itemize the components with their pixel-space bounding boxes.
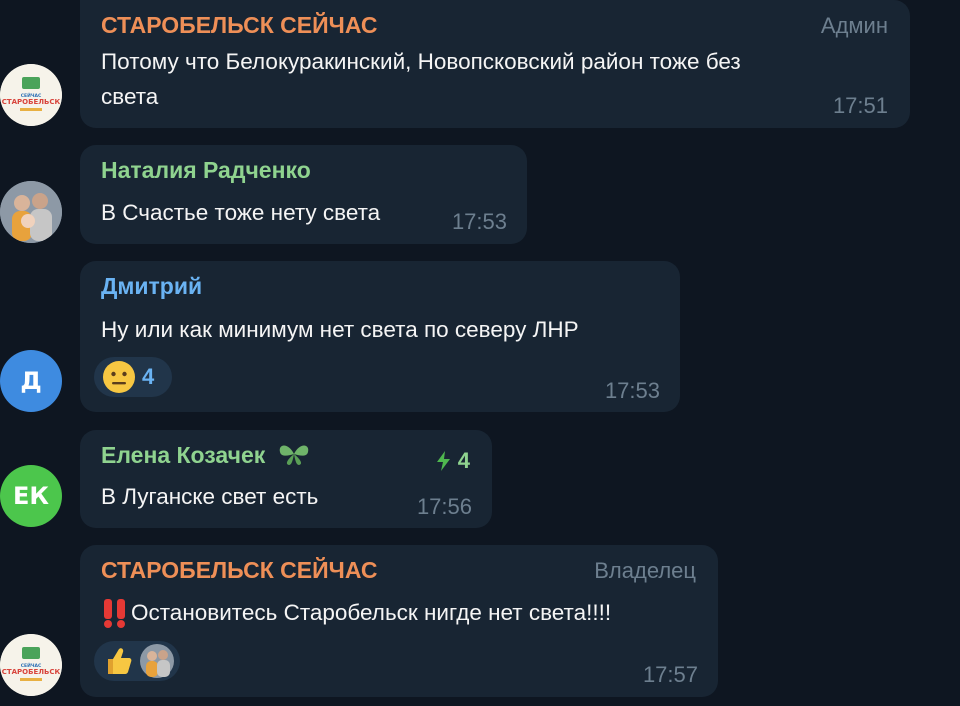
user-avatar[interactable]: Д	[0, 350, 62, 412]
message-time: 17:56	[416, 494, 472, 519]
message-text: Остановитесь Старобельск нигде нет света…	[131, 600, 612, 625]
chat-history: СЕЙЧАС СТАРОБЕЛЬСК СТАРОБЕЛЬСК СЕЙЧАС Ад…	[0, 0, 960, 706]
message-time: 17:51	[832, 93, 888, 118]
sender-name[interactable]: Дмитрий	[101, 273, 202, 300]
message-bubble[interactable]: Наталия Радченко В Счастье тоже нету све…	[80, 145, 527, 244]
message-time: 17:57	[642, 662, 698, 687]
message-bubble[interactable]: СТАРОБЕЛЬСК СЕЙЧАС Владелец Остановитесь…	[80, 545, 718, 697]
message-text-line: Остановитесь Старобельск нигде нет света…	[101, 595, 611, 630]
message-text-line: Ну или как минимум нет света по северу Л…	[101, 317, 579, 342]
butterfly-emoji-icon	[279, 445, 308, 465]
svg-text:СТАРОБЕЛЬСК: СТАРОБЕЛЬСК	[2, 668, 61, 676]
sender-name[interactable]: СТАРОБЕЛЬСК СЕЙЧАС	[101, 12, 377, 39]
avatar-initials: ЕК	[12, 482, 49, 510]
reactor-avatar-icon	[140, 644, 174, 678]
message-time: 17:53	[451, 209, 507, 234]
channel-logo-icon: СЕЙЧАС СТАРОБЕЛЬСК	[0, 634, 62, 696]
admin-badge: Админ	[820, 13, 888, 38]
owner-badge: Владелец	[594, 558, 696, 583]
message-time: 17:53	[604, 378, 660, 403]
sender-name[interactable]: СТАРОБЕЛЬСК СЕЙЧАС	[101, 557, 377, 584]
sender-name-text: Елена Козачек	[101, 442, 266, 468]
channel-avatar[interactable]: СЕЙЧАС СТАРОБЕЛЬСК	[0, 634, 62, 696]
avatar-initials: Д	[20, 367, 42, 395]
message-bubble[interactable]: Елена Козачек 4 В Луганске свет есть 17:…	[80, 430, 492, 528]
double-exclamation-emoji-icon	[104, 598, 125, 628]
message-text-line: Потому что Белокуракинский, Новопсковски…	[101, 49, 741, 74]
thumbs-up-emoji-icon	[108, 648, 132, 674]
user-photo-icon	[0, 181, 62, 243]
neutral-face-emoji-icon	[103, 361, 135, 393]
sender-name[interactable]: Наталия Радченко	[101, 157, 311, 184]
message-text-line: В Луганске свет есть	[101, 484, 319, 509]
user-avatar[interactable]	[0, 181, 62, 243]
lightning-boost-icon	[436, 451, 450, 471]
reaction-count: 4	[142, 364, 155, 389]
boost-indicator: 4	[434, 448, 470, 474]
message-bubble[interactable]: СТАРОБЕЛЬСК СЕЙЧАС Админ Потому что Бело…	[80, 0, 910, 128]
reaction-chip[interactable]	[94, 641, 180, 681]
channel-logo-icon: СЕЙЧАС СТАРОБЕЛЬСК	[0, 64, 62, 126]
boost-count: 4	[457, 448, 470, 473]
user-avatar[interactable]: ЕК	[0, 465, 62, 527]
message-text-line: света	[101, 84, 159, 109]
channel-avatar[interactable]: СЕЙЧАС СТАРОБЕЛЬСК	[0, 64, 62, 126]
message-bubble[interactable]: Дмитрий Ну или как минимум нет света по …	[80, 261, 680, 412]
message-text-line: В Счастье тоже нету света	[101, 200, 381, 225]
svg-text:СТАРОБЕЛЬСК: СТАРОБЕЛЬСК	[2, 98, 61, 106]
reaction-chip[interactable]: 4	[94, 357, 172, 397]
sender-name[interactable]: Елена Козачек	[101, 442, 310, 469]
